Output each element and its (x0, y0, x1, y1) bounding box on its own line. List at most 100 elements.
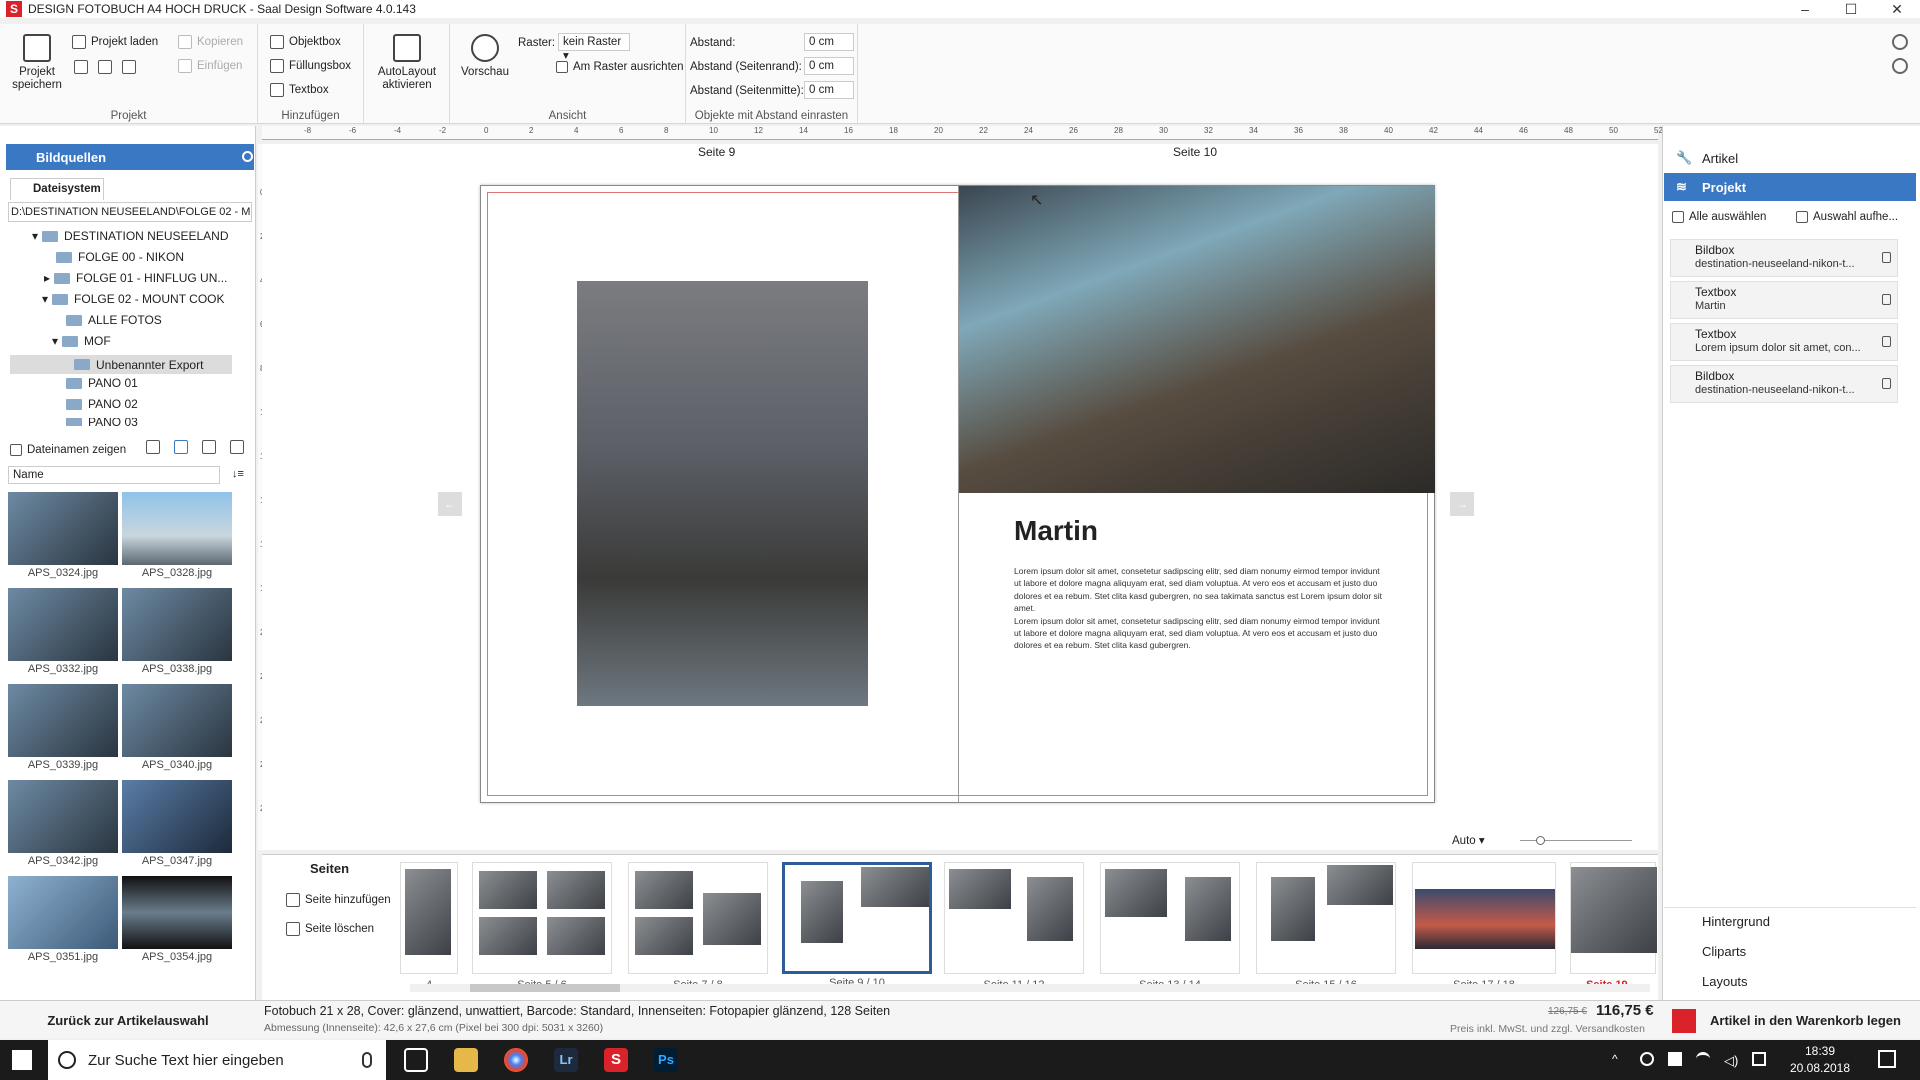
lock-icon[interactable] (1882, 336, 1891, 347)
select-all-checkbox[interactable]: Alle auswählen (1672, 211, 1766, 223)
seitenmitte-input[interactable]: 0 cm (804, 81, 854, 99)
image-thumbnail[interactable] (122, 492, 232, 565)
gear-icon[interactable] (1892, 34, 1908, 50)
snap-to-grid-checkbox[interactable]: Am Raster ausrichten (556, 61, 684, 73)
text-heading[interactable]: Martin (1014, 515, 1098, 547)
tree-item[interactable]: PANO 02 (66, 397, 138, 411)
tab-cliparts[interactable]: Cliparts (1664, 937, 1916, 965)
page-thumbnail[interactable]: Seite 11 / 12 (944, 862, 1084, 991)
layout-icon[interactable] (122, 60, 136, 74)
seitenrand-input[interactable]: 0 cm (804, 57, 854, 75)
tab-dateisystem[interactable]: Dateisystem (10, 178, 104, 200)
copy-button[interactable]: Kopieren (178, 35, 243, 49)
image-thumbnail[interactable] (8, 492, 118, 565)
show-filenames-checkbox[interactable]: Dateinamen zeigen (10, 444, 126, 456)
new-page-icon[interactable] (74, 60, 88, 74)
volume-icon[interactable]: ◁) (1724, 1053, 1738, 1069)
tree-item[interactable]: ▸ FOLGE 01 - HINFLUG UN... (44, 271, 227, 285)
wifi-icon[interactable] (1696, 1052, 1710, 1066)
image-thumbnail[interactable] (122, 780, 232, 853)
layer-item[interactable]: Textbox Lorem ipsum dolor sit amet, con..… (1670, 323, 1898, 361)
zoom-select[interactable]: Auto ▾ (1448, 831, 1504, 849)
autolayout-button[interactable]: AutoLayout aktivieren (372, 34, 442, 92)
image-thumbnail[interactable] (122, 876, 232, 949)
file-explorer-icon[interactable] (454, 1048, 478, 1072)
tab-hintergrund[interactable]: Hintergrund (1664, 907, 1916, 935)
tree-item[interactable]: FOLGE 00 - NIKON (56, 250, 184, 264)
task-view-icon[interactable] (404, 1048, 428, 1072)
chevron-up-icon[interactable]: ^ (1612, 1052, 1618, 1066)
tab-projekt[interactable]: ≋ Projekt (1664, 173, 1916, 201)
image-thumbnail[interactable] (8, 780, 118, 853)
next-page-arrow-icon[interactable]: → (1450, 492, 1474, 516)
minimize-button[interactable]: – (1782, 0, 1828, 18)
photo-box-right[interactable] (959, 186, 1435, 493)
layer-item[interactable]: Bildbox destination-neuseeland-nikon-t... (1670, 365, 1898, 403)
page-thumbnail[interactable]: Seite 5 / 6 (472, 862, 612, 991)
image-thumbnail[interactable] (8, 588, 118, 661)
page-thumbnail[interactable]: Seite 13 / 14 (1100, 862, 1240, 991)
view-small-icon[interactable] (202, 440, 216, 454)
add-to-cart-button[interactable]: Artikel in den Warenkorb legen (1664, 1003, 1918, 1037)
sort-select[interactable]: Name (8, 466, 220, 484)
page-thumbnail[interactable]: Seite 17 / 18 (1412, 862, 1556, 991)
dropbox-icon[interactable] (1668, 1052, 1682, 1066)
delete-page-button[interactable]: Seite löschen (286, 922, 374, 936)
paste-button[interactable]: Einfügen (178, 59, 242, 73)
textbox-button[interactable]: Textbox (270, 83, 329, 97)
view-list-icon[interactable] (230, 440, 244, 454)
photo-box-left[interactable] (577, 281, 868, 706)
pen-icon[interactable] (1752, 1052, 1766, 1066)
path-field[interactable]: D:\DESTINATION NEUSEELAND\FOLGE 02 - MOU (8, 202, 252, 222)
tab-layouts[interactable]: Layouts (1664, 967, 1916, 995)
chrome-icon[interactable] (504, 1048, 528, 1072)
tree-item[interactable]: ▾ FOLGE 02 - MOUNT COOK (42, 292, 225, 306)
add-page-button[interactable]: Seite hinzufügen (286, 893, 391, 907)
tree-item[interactable]: ▾ MOF (52, 334, 111, 348)
export-icon[interactable] (98, 60, 112, 74)
tree-item[interactable]: PANO 01 (66, 376, 138, 390)
notifications-icon[interactable] (1878, 1050, 1896, 1068)
page-thumbnail[interactable]: Seite 7 / 8 (628, 862, 768, 991)
preview-button[interactable]: Vorschau (458, 34, 512, 79)
back-to-articles-button[interactable]: Zurück zur Artikelauswahl (0, 1003, 256, 1037)
text-body[interactable]: Lorem ipsum dolor sit amet, consetetur s… (1014, 565, 1386, 652)
zoom-slider-handle[interactable] (1536, 836, 1545, 845)
globe-icon[interactable] (1892, 58, 1908, 74)
deselect-button[interactable]: Auswahl aufhe... (1796, 211, 1898, 223)
page-thumbnail[interactable]: Seite 19 ... (1570, 862, 1657, 991)
fuellungsbox-button[interactable]: Füllungsbox (270, 59, 351, 73)
save-project-button[interactable]: Projekt speichern (8, 34, 66, 92)
filmstrip-scrollbar[interactable] (410, 984, 1650, 992)
layer-item[interactable]: Textbox Martin (1670, 281, 1898, 319)
load-project-button[interactable]: Projekt laden (72, 35, 158, 49)
network-icon[interactable] (1640, 1052, 1654, 1066)
page-thumbnail[interactable]: Seite 15 / 16 (1256, 862, 1396, 991)
tree-item[interactable]: ALLE FOTOS (66, 313, 162, 327)
image-thumbnail[interactable] (122, 588, 232, 661)
lock-icon[interactable] (1882, 378, 1891, 389)
maximize-button[interactable]: ☐ (1828, 0, 1874, 18)
refresh-icon[interactable] (242, 151, 253, 162)
close-button[interactable]: ✕ (1874, 0, 1920, 18)
objektbox-button[interactable]: Objektbox (270, 35, 341, 49)
image-thumbnail[interactable] (8, 684, 118, 757)
lightroom-icon[interactable]: Lr (554, 1048, 578, 1072)
lock-icon[interactable] (1882, 252, 1891, 263)
view-large-icon[interactable] (146, 440, 160, 454)
saal-design-icon[interactable]: S (604, 1048, 628, 1072)
clock-date[interactable]: 20.08.2018 (1780, 1061, 1860, 1075)
image-thumbnail[interactable] (122, 684, 232, 757)
windows-start-icon[interactable] (12, 1050, 32, 1070)
photoshop-icon[interactable]: Ps (654, 1048, 678, 1072)
tree-item[interactable]: PANO 03 (66, 418, 138, 426)
prev-page-arrow-icon[interactable]: ← (438, 492, 462, 516)
image-thumbnail[interactable] (8, 876, 118, 949)
abstand-input[interactable]: 0 cm (804, 33, 854, 51)
tree-item[interactable]: ▾ DESTINATION NEUSEELAND (32, 229, 229, 243)
page-thumbnail[interactable]: 4 (400, 862, 458, 991)
layer-item[interactable]: Bildbox destination-neuseeland-nikon-t... (1670, 239, 1898, 277)
clock-time[interactable]: 18:39 (1780, 1044, 1860, 1058)
raster-select[interactable]: kein Raster ▾ (558, 33, 630, 62)
view-medium-icon[interactable] (174, 440, 188, 454)
